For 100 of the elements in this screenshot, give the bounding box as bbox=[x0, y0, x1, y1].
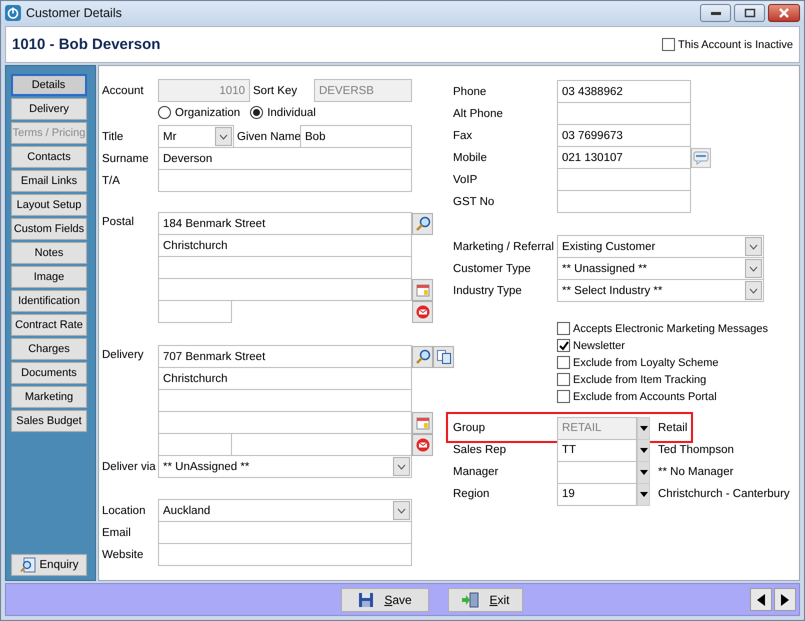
dropdown-button[interactable] bbox=[637, 482, 650, 506]
address-line-field[interactable]: Christchurch bbox=[158, 367, 412, 390]
dropdown-button[interactable] bbox=[637, 438, 650, 462]
calendar-button[interactable] bbox=[412, 278, 433, 300]
phone-field[interactable]: 03 4388962 bbox=[557, 80, 691, 103]
email-field[interactable] bbox=[158, 521, 412, 544]
lookup-name: ** No Manager bbox=[658, 466, 734, 478]
calendar-icon bbox=[416, 282, 430, 296]
copy-icon bbox=[436, 348, 452, 364]
code-field[interactable] bbox=[557, 460, 637, 484]
nav-tab[interactable]: Marketing bbox=[11, 386, 87, 408]
classification-dropdown[interactable]: Existing Customer bbox=[557, 235, 764, 258]
lookup-name: Christchurch - Canterbury bbox=[658, 488, 790, 500]
phone-field[interactable] bbox=[557, 168, 691, 191]
checkbox-label: Exclude from Item Tracking bbox=[573, 374, 706, 386]
code-field[interactable]: 19 bbox=[557, 482, 637, 506]
nav-tab[interactable]: Email Links bbox=[11, 170, 87, 192]
dropdown-button[interactable] bbox=[637, 460, 650, 484]
radio-button[interactable] bbox=[158, 106, 171, 119]
classification-dropdown[interactable]: ** Select Industry ** bbox=[557, 279, 764, 302]
chevron-down-icon bbox=[749, 244, 758, 250]
radio-label: Individual bbox=[267, 106, 316, 118]
search-icon bbox=[414, 348, 430, 364]
copy-button[interactable] bbox=[433, 346, 454, 368]
field-label: Account bbox=[102, 84, 145, 96]
search-icon bbox=[20, 557, 36, 573]
enquiry-button[interactable]: Enquiry bbox=[11, 554, 87, 576]
sms-button[interactable] bbox=[691, 148, 711, 168]
address-line-field[interactable] bbox=[158, 411, 412, 434]
field-label: Deliver via bbox=[102, 460, 157, 472]
search-button[interactable] bbox=[412, 212, 433, 234]
address-line-field[interactable] bbox=[158, 278, 412, 301]
field-label: Website bbox=[102, 548, 144, 560]
field-label: Email bbox=[102, 526, 132, 538]
phone-field[interactable] bbox=[557, 190, 691, 213]
title-dropdown[interactable]: Mr bbox=[158, 125, 234, 148]
field-label: VoIP bbox=[453, 174, 478, 186]
option-checkbox[interactable] bbox=[557, 339, 570, 352]
nav-tab[interactable]: Notes bbox=[11, 242, 87, 264]
maximize-button[interactable] bbox=[734, 4, 765, 22]
code-field[interactable]: TT bbox=[557, 438, 637, 462]
nav-tab[interactable]: Contacts bbox=[11, 146, 87, 168]
radio-label: Organization bbox=[175, 106, 240, 118]
nav-tab[interactable]: Custom Fields bbox=[11, 218, 87, 240]
close-button[interactable] bbox=[768, 4, 800, 22]
phone-field[interactable] bbox=[557, 102, 691, 125]
radio-button[interactable] bbox=[250, 106, 264, 119]
nav-tab[interactable]: Delivery bbox=[11, 98, 87, 120]
calendar-button[interactable] bbox=[412, 412, 433, 434]
account-field: 1010 bbox=[158, 79, 250, 102]
nav-tab[interactable]: Charges bbox=[11, 338, 87, 360]
chevron-down-icon bbox=[397, 508, 406, 514]
field-label: Mobile bbox=[453, 152, 488, 164]
address-line-field[interactable]: Christchurch bbox=[158, 234, 412, 257]
given-name-field[interactable]: Bob bbox=[300, 125, 412, 148]
trading-as-field[interactable] bbox=[158, 169, 412, 192]
address-line-field[interactable]: 707 Benmark Street bbox=[158, 345, 412, 368]
nav-tab[interactable]: Sales Budget bbox=[11, 410, 87, 432]
sort-key-field: DEVERSB bbox=[314, 79, 412, 102]
mail-button[interactable] bbox=[412, 300, 433, 322]
nav-tab[interactable]: Documents bbox=[11, 362, 87, 384]
checkbox-label: Exclude from Accounts Portal bbox=[573, 390, 717, 402]
close-icon bbox=[777, 8, 791, 18]
address-line-field[interactable] bbox=[158, 389, 412, 412]
nav-tab[interactable]: Layout Setup bbox=[11, 194, 87, 216]
postcode-field[interactable] bbox=[158, 300, 232, 323]
triangle-left-icon bbox=[757, 594, 765, 606]
deliver-via-dropdown[interactable]: ** UnAssigned ** bbox=[158, 455, 412, 478]
address-line-field[interactable] bbox=[158, 256, 412, 279]
previous-button[interactable] bbox=[750, 588, 772, 611]
triangle-down-icon bbox=[640, 426, 648, 430]
nav-tab[interactable]: Image bbox=[11, 266, 87, 288]
field-label: Title bbox=[102, 130, 124, 142]
footer-button[interactable]: Save bbox=[341, 588, 429, 612]
minimize-button[interactable] bbox=[700, 4, 731, 22]
checkbox-label: This Account is Inactive bbox=[678, 38, 793, 50]
option-checkbox[interactable] bbox=[557, 390, 570, 403]
field-label: Industry Type bbox=[453, 284, 523, 296]
option-checkbox[interactable] bbox=[557, 356, 570, 369]
nav-tab[interactable]: Contract Rate bbox=[11, 314, 87, 336]
nav-tab[interactable]: Identification bbox=[11, 290, 87, 312]
location-dropdown[interactable]: Auckland bbox=[158, 499, 412, 522]
address-line-field[interactable]: 184 Benmark Street bbox=[158, 212, 412, 235]
next-button[interactable] bbox=[774, 588, 796, 611]
option-checkbox[interactable] bbox=[557, 373, 570, 386]
nav-tab[interactable]: Details bbox=[11, 74, 87, 96]
website-field[interactable] bbox=[158, 543, 412, 566]
checkbox-label: Newsletter bbox=[573, 340, 625, 352]
field-label: Group bbox=[453, 422, 486, 434]
field-label: Marketing / Referral bbox=[453, 240, 555, 252]
option-checkbox[interactable] bbox=[557, 322, 570, 335]
phone-field[interactable]: 021 130107 bbox=[557, 146, 691, 169]
surname-field[interactable]: Deverson bbox=[158, 147, 412, 170]
chevron-down-icon bbox=[749, 288, 758, 294]
classification-dropdown[interactable]: ** Unassigned ** bbox=[557, 257, 764, 280]
search-button[interactable] bbox=[412, 346, 433, 368]
lookup-name: Ted Thompson bbox=[658, 444, 734, 456]
mail-button[interactable] bbox=[412, 434, 433, 456]
footer-button[interactable]: Exit bbox=[448, 588, 523, 612]
phone-field[interactable]: 03 7699673 bbox=[557, 124, 691, 147]
